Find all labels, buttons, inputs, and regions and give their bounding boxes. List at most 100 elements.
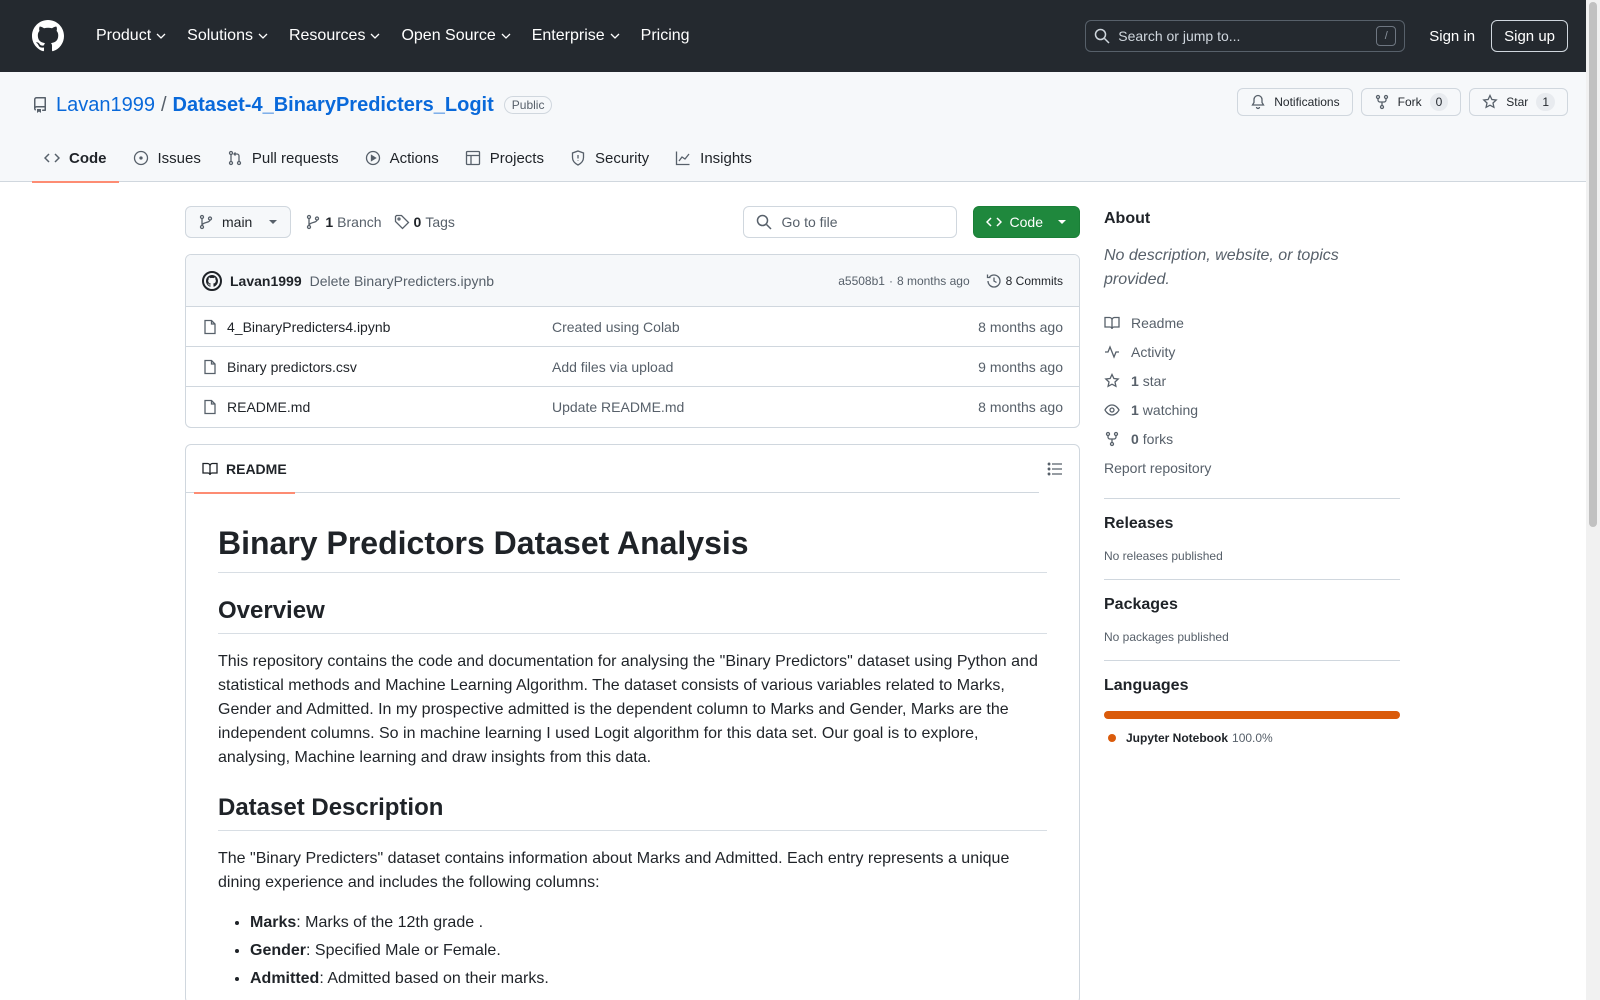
commit-message-link[interactable]: Delete BinaryPredicters.ipynb (310, 273, 494, 289)
stars-count: 1 (1131, 372, 1139, 389)
tags-link[interactable]: 0 Tags (394, 214, 455, 230)
branches-link[interactable]: 1 Branch (305, 214, 382, 230)
file-icon (204, 399, 216, 415)
forks-count: 0 (1131, 430, 1139, 447)
nav-pricing-label: Pricing (640, 27, 690, 44)
caret-down-icon (1058, 220, 1066, 224)
tab-actions[interactable]: Actions (353, 134, 451, 182)
nav-resources-label: Resources (288, 27, 366, 44)
star-button[interactable]: Star 1 (1469, 88, 1568, 116)
file-icon (204, 319, 216, 334)
code-dropdown-button[interactable]: Code (972, 206, 1080, 238)
branch-label: Branch (337, 214, 382, 230)
scrollbar-thumb[interactable] (1589, 2, 1597, 527)
caret-down-icon (269, 220, 278, 224)
git-branch-icon (199, 214, 213, 230)
fork-label: Fork (1397, 95, 1422, 109)
star-count: 1 (1536, 93, 1555, 111)
tab-issues[interactable]: Issues (121, 134, 213, 182)
repo-header: Lavan1999 / Dataset-4_BinaryPredicters_L… (0, 72, 1600, 183)
tab-projects-label: Projects (489, 149, 544, 167)
chevron-down-icon (258, 33, 268, 39)
list-item: Gender: Specified Male or Female. (250, 939, 1047, 963)
nav-enterprise[interactable]: Enterprise (524, 20, 629, 52)
report-repository-link[interactable]: Report repository (1104, 453, 1400, 482)
file-name-link[interactable]: 4_BinaryPredicters4.ipynb (227, 319, 552, 335)
file-name-link[interactable]: Binary predictors.csv (227, 359, 552, 375)
nav-product[interactable]: Product (88, 20, 175, 52)
list-item: Marks: Marks of the 12th grade . (250, 911, 1047, 935)
dataset-paragraph: The "Binary Predicters" dataset contains… (218, 850, 1010, 891)
nav-enterprise-label: Enterprise (531, 27, 605, 44)
shield-icon (571, 150, 585, 166)
visibility-badge: Public (503, 96, 553, 114)
file-name-link[interactable]: README.md (227, 399, 552, 415)
github-logo-icon[interactable] (32, 20, 64, 52)
table-row[interactable]: Binary predictors.csv Add files via uplo… (186, 347, 1079, 387)
activity-link[interactable]: Activity (1104, 337, 1400, 366)
watching-count: 1 (1131, 401, 1139, 418)
readme-link[interactable]: Readme (1104, 308, 1400, 337)
nav-open-source[interactable]: Open Source (393, 20, 519, 52)
forks-link[interactable]: 0 forks (1104, 424, 1400, 453)
commits-history-link[interactable]: 8 Commits (986, 273, 1063, 289)
repo-name-link[interactable]: Dataset-4_BinaryPredicters_Logit (173, 94, 494, 117)
packages-title[interactable]: Packages (1104, 596, 1400, 614)
table-row[interactable]: 4_BinaryPredicters4.ipynb Created using … (186, 307, 1079, 347)
language-item[interactable]: Jupyter Notebook 100.0% (1104, 731, 1400, 745)
tab-code[interactable]: Code (32, 134, 119, 183)
github-avatar-icon (206, 274, 218, 287)
header-actions: Search or jump to... / Sign in Sign up (1085, 20, 1568, 52)
tab-security[interactable]: Security (558, 134, 661, 182)
file-commit-link[interactable]: Created using Colab (552, 319, 680, 335)
go-to-file-input[interactable]: Go to file (742, 206, 957, 238)
column-name: Gender (250, 942, 307, 959)
avatar[interactable] (202, 270, 222, 291)
nav-product-label: Product (96, 27, 152, 44)
tab-pull-requests-label: Pull requests (251, 149, 339, 167)
fork-button[interactable]: Fork 0 (1360, 88, 1462, 116)
commit-sha-link[interactable]: a5508b1 (838, 274, 885, 288)
search-icon (756, 214, 772, 230)
notifications-button[interactable]: Notifications (1237, 88, 1353, 116)
branch-select-button[interactable]: main (185, 206, 292, 238)
nav-solutions[interactable]: Solutions (179, 20, 277, 52)
tab-code-label: Code (69, 149, 107, 167)
table-row[interactable]: README.md Update README.md 8 months ago (186, 387, 1079, 427)
notifications-label: Notifications (1274, 95, 1340, 109)
file-commit-link[interactable]: Add files via upload (552, 359, 673, 375)
nav-pricing[interactable]: Pricing (633, 20, 698, 52)
sign-up-button[interactable]: Sign up (1491, 20, 1568, 52)
tab-insights[interactable]: Insights (663, 134, 764, 182)
commit-author-link[interactable]: Lavan1999 (230, 273, 302, 289)
repo-content: main 1 Branch 0 Tags Go to file Code Lav… (185, 206, 1080, 1000)
readme-tab[interactable]: README (194, 445, 295, 494)
stars-link[interactable]: 1 star (1104, 366, 1400, 395)
readme-title: Binary Predictors Dataset Analysis (218, 525, 1047, 573)
overview-paragraph: This repository contains the code and do… (218, 653, 1038, 766)
tag-icon (394, 214, 409, 230)
repo-tabs: Code Issues Pull requests Actions Projec… (32, 134, 1568, 183)
page-scrollbar[interactable] (1586, 0, 1600, 1000)
global-search-input[interactable]: Search or jump to... / (1085, 20, 1406, 52)
repo-actions: Notifications Fork 0 Star 1 (1237, 88, 1568, 116)
list-unordered-icon[interactable] (1047, 461, 1063, 477)
releases-title[interactable]: Releases (1104, 515, 1400, 533)
repo-path-separator: / (160, 93, 167, 116)
sign-in-link[interactable]: Sign in (1429, 28, 1475, 45)
git-pull-request-icon (228, 150, 242, 166)
file-commit-link[interactable]: Update README.md (552, 399, 684, 415)
readme-panel: README Binary Predictors Dataset Analysi… (185, 444, 1080, 1000)
watchers-link[interactable]: 1 watching (1104, 395, 1400, 424)
nav-solutions-label: Solutions (187, 27, 253, 44)
tab-projects[interactable]: Projects (453, 134, 556, 182)
tab-pull-requests[interactable]: Pull requests (215, 134, 351, 182)
star-icon (1482, 94, 1498, 109)
search-shortcut-key: / (1376, 26, 1397, 46)
fork-icon (1375, 94, 1388, 110)
repo-owner-link[interactable]: Lavan1999 (56, 94, 155, 117)
history-icon (986, 273, 1001, 288)
eye-icon (1104, 403, 1120, 416)
global-nav: Product Solutions Resources Open Source … (88, 20, 702, 52)
nav-resources[interactable]: Resources (281, 20, 389, 52)
